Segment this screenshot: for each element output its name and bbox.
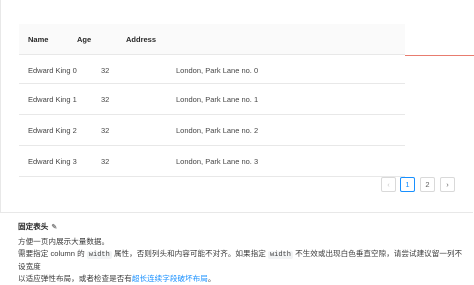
column-header-name: Name xyxy=(28,35,49,44)
section-title-text: 固定表头 xyxy=(18,222,49,231)
line2-mid: 属性，否则列头和内容可能不对齐。如果指定 xyxy=(113,249,266,258)
cell-age: 32 xyxy=(101,126,110,135)
table-row: Edward King 0 32 London, Park Lane no. 0 xyxy=(19,55,405,84)
column-header-address: Address xyxy=(126,35,157,44)
page-2-button[interactable]: 2 xyxy=(420,177,435,192)
fixed-header-table: Name Age Address Edward King 0 32 London… xyxy=(19,24,405,177)
column-header-age: Age xyxy=(77,35,92,44)
layout-issue-link[interactable]: 超长连续字段破坏布局 xyxy=(132,274,208,283)
description-line-2: 需要指定 column 的 width 属性，否则列头和内容可能不对齐。如果指定… xyxy=(18,248,468,273)
next-page-button[interactable]: › xyxy=(440,177,455,192)
cell-age: 32 xyxy=(101,66,110,75)
cell-address: London, Park Lane no. 0 xyxy=(176,66,259,75)
cell-age: 32 xyxy=(101,157,110,166)
cell-address: London, Park Lane no. 1 xyxy=(176,95,259,104)
cell-age: 32 xyxy=(101,95,110,104)
code-width-2: width xyxy=(267,251,293,259)
line3-prefix: 以适应弹性布局，或者检查是否有 xyxy=(18,274,132,283)
description-line-3: 以适应弹性布局，或者检查是否有超长连续字段破坏布局。 xyxy=(18,273,468,285)
cell-name: Edward King 0 xyxy=(28,66,77,75)
cell-name: Edward King 1 xyxy=(28,95,77,104)
code-width-1: width xyxy=(86,251,112,259)
line3-suffix: 。 xyxy=(207,274,216,283)
table-row: Edward King 2 32 London, Park Lane no. 2 xyxy=(19,115,405,146)
demo-card: Name Age Address Edward King 0 32 London… xyxy=(0,0,474,213)
prev-page-button[interactable]: ‹ xyxy=(381,177,396,192)
cell-address: London, Park Lane no. 3 xyxy=(176,157,259,166)
section-title: 固定表头 ✎ xyxy=(18,221,468,234)
edit-icon[interactable]: ✎ xyxy=(51,222,57,234)
table-header: Name Age Address xyxy=(19,24,405,55)
scroll-indicator-line xyxy=(405,55,474,56)
table-row: Edward King 1 32 London, Park Lane no. 1 xyxy=(19,84,405,115)
cell-address: London, Park Lane no. 2 xyxy=(176,126,259,135)
description-line-1: 方便一页内展示大量数据。 xyxy=(18,237,110,246)
table-row: Edward King 3 32 London, Park Lane no. 3 xyxy=(19,146,405,177)
table-body[interactable]: Edward King 0 32 London, Park Lane no. 0… xyxy=(19,55,405,177)
cell-name: Edward King 3 xyxy=(28,157,77,166)
demo-description: 固定表头 ✎ 方便一页内展示大量数据。 需要指定 column 的 width 属… xyxy=(18,221,468,285)
cell-name: Edward King 2 xyxy=(28,126,77,135)
page-1-button[interactable]: 1 xyxy=(400,177,415,192)
line2-prefix: 需要指定 column 的 xyxy=(18,249,85,258)
